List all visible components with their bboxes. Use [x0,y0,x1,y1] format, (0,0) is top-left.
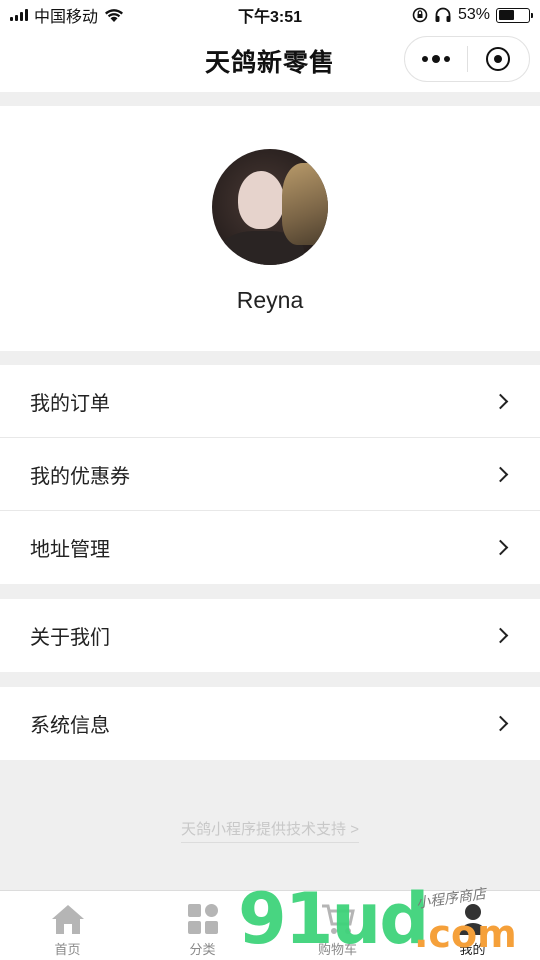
menu-group-about: 关于我们 [0,599,540,672]
tab-label: 首页 [54,942,81,957]
home-icon [50,901,86,937]
menu-item-label: 关于我们 [30,627,110,649]
battery-icon [496,7,533,23]
more-button[interactable] [405,37,467,81]
tab-bar: 首页 分类 购物车 我的 [0,890,540,960]
nav-bar: 天鸽新零售 [0,30,540,92]
orientation-lock-icon [412,7,428,23]
menu-item-label: 我的优惠券 [30,465,130,488]
menu-item-label: 系统信息 [30,715,110,737]
chevron-right-icon [492,715,509,732]
tab-category[interactable]: 分类 [135,891,270,960]
menu-item-coupons[interactable]: 我的优惠券 [0,438,540,511]
avatar[interactable] [212,149,328,265]
user-icon [455,901,491,937]
tab-label: 我的 [459,942,486,957]
more-dots-icon [421,55,450,63]
chevron-right-icon [492,393,509,409]
status-bar: 中国移动 下午3:51 53% [0,0,540,30]
page-title: 天鸽新零售 [204,49,335,77]
menu-item-label: 地址管理 [30,539,110,561]
username: Reyna [236,287,304,313]
chevron-right-icon [492,539,509,556]
status-right: 53% [412,6,533,24]
tab-cart[interactable]: 购物车 [270,891,405,960]
category-icon [185,901,221,937]
headphones-icon [435,7,451,22]
support-link[interactable]: 天鸽小程序提供技术支持 > [0,818,540,843]
target-icon [486,47,511,71]
close-miniprogram-button[interactable] [468,37,530,81]
capsule-menu [404,36,530,82]
chevron-right-icon [492,627,509,644]
battery-percent: 53% [457,6,490,23]
menu-group-account: 我的订单 我的优惠券 地址管理 [0,365,540,584]
tab-home[interactable]: 首页 [0,891,135,960]
cart-icon [320,901,356,937]
profile-section: Reyna [0,106,540,351]
support-link-text: 天鸽小程序提供技术支持 > [181,821,359,843]
menu-item-system-info[interactable]: 系统信息 [0,687,540,760]
tab-label: 购物车 [317,942,357,957]
menu-item-address[interactable]: 地址管理 [0,511,540,584]
chevron-right-icon [492,466,509,482]
tab-mine[interactable]: 我的 [405,891,540,960]
menu-item-about-us[interactable]: 关于我们 [0,599,540,672]
menu-group-system: 系统信息 [0,687,540,760]
battery-fill [498,10,514,20]
tab-label: 分类 [189,942,216,957]
menu-item-orders[interactable]: 我的订单 [0,365,540,438]
menu-item-label: 我的订单 [30,392,110,415]
